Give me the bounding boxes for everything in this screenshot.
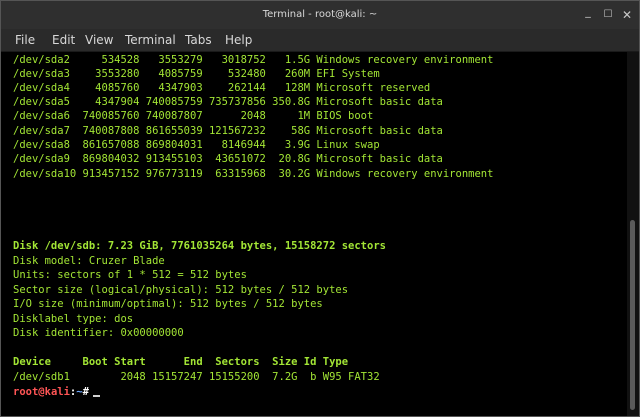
terminal-window: Terminal - root@kali: ~ _ ☐ ✕ File Edit … — [0, 0, 640, 417]
title-bar[interactable]: Terminal - root@kali: ~ _ ☐ ✕ — [1, 1, 639, 30]
disk-sector-size: Sector size (logical/physical): 512 byte… — [13, 284, 349, 296]
partition-row-sda5: /dev/sda5 4347904 740085759 735737856 35… — [13, 96, 443, 108]
text-cursor — [92, 395, 100, 397]
shell-prompt[interactable]: root@kali:~# — [13, 385, 100, 399]
partition-row-sda2: /dev/sda2 534528 3553279 3018752 1.5G Wi… — [13, 54, 494, 66]
prompt-symbol: # — [82, 386, 89, 398]
minimize-icon[interactable]: _ — [581, 5, 595, 19]
menu-edit[interactable]: Edit — [52, 29, 75, 51]
scrollbar-thumb[interactable] — [630, 220, 635, 410]
menu-view[interactable]: View — [85, 29, 113, 51]
disk-header: Disk /dev/sdb: 7.23 GiB, 7761035264 byte… — [13, 240, 386, 252]
prompt-host: kali — [44, 386, 70, 398]
scrollbar[interactable] — [627, 52, 639, 416]
disk-io-size: I/O size (minimum/optimal): 512 bytes / … — [13, 298, 323, 310]
disk-identifier: Disk identifier: 0x00000000 — [13, 327, 184, 339]
window-title: Terminal - root@kali: ~ — [262, 9, 378, 20]
menu-bar: File Edit View Terminal Tabs Help — [1, 29, 639, 52]
menu-tabs[interactable]: Tabs — [185, 29, 212, 51]
close-icon[interactable]: ✕ — [620, 8, 634, 22]
partition-row-sda9: /dev/sda9 869804032 913455103 43651072 2… — [13, 153, 443, 165]
partition-row-sda7: /dev/sda7 740087808 861655039 121567232 … — [13, 125, 443, 137]
prompt-user: root — [13, 386, 39, 398]
partition-row-sda8: /dev/sda8 861657088 869804031 8146944 3.… — [13, 139, 380, 151]
terminal-output[interactable]: /dev/sda2 534528 3553279 3018752 1.5G Wi… — [1, 52, 627, 416]
partition-row-sda10: /dev/sda10 913457152 976773119 63315968 … — [13, 168, 494, 180]
partition-row-sda4: /dev/sda4 4085760 4347903 262144 128M Mi… — [13, 82, 431, 94]
disk-model: Disk model: Cruzer Blade — [13, 255, 165, 267]
partition-row-sdb1: /dev/sdb1 2048 15157247 15155200 7.2G b … — [13, 371, 380, 383]
partition-row-sda6: /dev/sda6 740085760 740087807 2048 1M BI… — [13, 110, 374, 122]
partition-table-header: Device Boot Start End Sectors Size Id Ty… — [13, 356, 349, 368]
maximize-icon[interactable]: ☐ — [601, 8, 615, 22]
menu-help[interactable]: Help — [225, 29, 252, 51]
menu-terminal[interactable]: Terminal — [125, 29, 176, 51]
disk-units: Units: sectors of 1 * 512 = 512 bytes — [13, 269, 247, 281]
disk-label-type: Disklabel type: dos — [13, 313, 134, 325]
partition-row-sda3: /dev/sda3 3553280 4085759 532480 260M EF… — [13, 68, 380, 80]
menu-file[interactable]: File — [15, 29, 35, 51]
